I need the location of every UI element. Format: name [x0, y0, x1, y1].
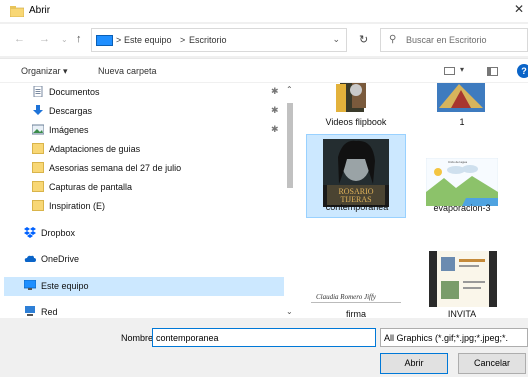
- folder-icon: [32, 181, 44, 192]
- title-bar: Abrir ✕: [0, 0, 528, 22]
- search-placeholder: Buscar en Escritorio: [406, 35, 487, 45]
- up-icon[interactable]: ↑: [76, 33, 82, 45]
- file-type-filter-value: All Graphics (*.gif;*.jpg;*.jpeg;*.: [384, 333, 509, 343]
- sidebar-item-imagenes[interactable]: Imágenes ✱: [4, 121, 284, 140]
- scroll-up-icon[interactable]: ⌃: [286, 85, 293, 94]
- this-pc-icon: [96, 35, 113, 46]
- recent-chevron-icon[interactable]: ⌄: [61, 35, 68, 44]
- organize-button[interactable]: Organizar ▾: [21, 66, 68, 77]
- file-name: 1: [459, 117, 465, 127]
- sidebar-item-label: Inspiration (E): [49, 201, 106, 211]
- folder-icon: [32, 162, 44, 173]
- sidebar-item-label: Imágenes: [49, 125, 89, 135]
- scroll-down-icon[interactable]: ⌄: [286, 307, 293, 316]
- sidebar-item-onedrive[interactable]: OneDrive: [4, 250, 284, 269]
- file-tile[interactable]: Ciclo del agua evaporacion-3: [412, 134, 512, 218]
- breadcrumb-this-pc[interactable]: Este equipo: [124, 35, 172, 45]
- sidebar-item-label: Capturas de pantalla: [49, 182, 133, 192]
- refresh-icon[interactable]: ↻: [359, 33, 368, 46]
- downloads-icon: [33, 105, 43, 115]
- invitation-thumbnail: [429, 251, 497, 307]
- window-title: Abrir: [29, 5, 51, 16]
- pin-icon: ✱: [271, 86, 279, 96]
- forward-icon[interactable]: →: [39, 33, 50, 45]
- navigation-pane: Documentos ✱ Descargas ✱ Imágenes ✱ Adap…: [0, 83, 296, 318]
- back-icon[interactable]: ←: [14, 33, 25, 45]
- this-pc-icon: [24, 280, 36, 290]
- sidebar-item-label: Adaptaciones de guias: [49, 144, 141, 154]
- scrollbar-thumb[interactable]: [287, 103, 293, 188]
- file-name: contemporanea: [325, 202, 389, 212]
- documents-icon: [33, 86, 43, 97]
- breadcrumb-separator: >: [116, 35, 122, 45]
- sidebar-item-dropbox[interactable]: Dropbox: [4, 224, 284, 243]
- thumbnail-image: [326, 83, 384, 115]
- breadcrumb-separator: >: [180, 35, 186, 45]
- filename-input[interactable]: contemporanea: [152, 328, 376, 347]
- pictures-icon: [32, 124, 44, 135]
- chevron-down-icon[interactable]: ▾: [460, 65, 464, 74]
- file-view: Videos flipbook 1 ROSARIO TIJERAS contem…: [296, 83, 528, 318]
- breadcrumb-desktop[interactable]: Escritorio: [189, 35, 227, 45]
- sidebar-item-label: Documentos: [49, 87, 100, 97]
- file-name: firma: [346, 309, 366, 318]
- sidebar-item-label: Dropbox: [41, 228, 76, 238]
- sidebar-item-documentos[interactable]: Documentos ✱: [4, 83, 284, 102]
- filename-label: Nombre:: [121, 333, 156, 343]
- dropbox-icon: [24, 227, 36, 238]
- sidebar-item-capturas[interactable]: Capturas de pantalla: [4, 178, 284, 197]
- folder-icon: [10, 6, 24, 17]
- address-bar[interactable]: > Este equipo > Escritorio ⌄: [91, 28, 347, 52]
- file-tile[interactable]: INVITA: [412, 234, 512, 318]
- file-tile[interactable]: Claudia Romero Jiffy firma: [306, 234, 406, 318]
- open-button[interactable]: Abrir: [380, 353, 448, 374]
- navigation-bar: ← → ⌄ ↑ > Este equipo > Escritorio ⌄ ↻ ⚲…: [0, 24, 528, 56]
- cancel-button[interactable]: Cancelar: [458, 353, 526, 374]
- folder-icon: [32, 200, 44, 211]
- thumbnail-image: [431, 83, 493, 115]
- preview-pane-icon[interactable]: [487, 67, 498, 76]
- file-name: evaporacion-3: [433, 203, 491, 213]
- new-folder-button[interactable]: Nueva carpeta: [98, 66, 157, 76]
- sidebar-item-label: Descargas: [49, 106, 93, 116]
- view-options-icon[interactable]: [444, 67, 455, 75]
- help-icon[interactable]: ?: [517, 64, 528, 78]
- sidebar-item-este-equipo[interactable]: Este equipo: [4, 277, 284, 296]
- pin-icon: ✱: [271, 124, 279, 134]
- sidebar-item-inspiration[interactable]: Inspiration (E): [4, 197, 284, 216]
- search-icon: ⚲: [389, 34, 397, 45]
- sidebar-item-label: OneDrive: [41, 254, 80, 264]
- sidebar-item-label: Asesorias semana del 27 de julio: [49, 163, 182, 173]
- signature-text: Claudia Romero Jiffy: [316, 293, 377, 301]
- address-dropdown-icon[interactable]: ⌄: [332, 34, 340, 45]
- file-tile-selected[interactable]: ROSARIO TIJERAS contemporanea: [306, 134, 406, 218]
- pin-icon: ✱: [271, 105, 279, 115]
- sidebar-item-label: Este equipo: [41, 281, 89, 291]
- onedrive-icon: [24, 255, 36, 262]
- folder-icon: [32, 143, 44, 154]
- diagram-thumbnail: [426, 158, 498, 206]
- network-icon: [25, 306, 35, 316]
- diagram-title: Ciclo del agua: [448, 160, 468, 164]
- file-tile[interactable]: 1: [412, 83, 512, 132]
- command-bar: Organizar ▾ Nueva carpeta ▾ ?: [0, 58, 528, 82]
- search-box[interactable]: ⚲ Buscar en Escritorio: [380, 28, 528, 52]
- sidebar-item-asesorias[interactable]: Asesorias semana del 27 de julio: [4, 159, 284, 178]
- file-type-filter[interactable]: All Graphics (*.gif;*.jpg;*.jpeg;*.: [380, 328, 528, 347]
- sidebar-item-adaptaciones[interactable]: Adaptaciones de guias: [4, 140, 284, 159]
- main-area: Documentos ✱ Descargas ✱ Imágenes ✱ Adap…: [0, 83, 528, 318]
- dialog-footer: Nombre: contemporanea All Graphics (*.gi…: [0, 318, 528, 377]
- close-icon[interactable]: ✕: [514, 2, 528, 20]
- file-name: INVITA: [447, 309, 477, 318]
- sidebar-item-label: Red: [41, 307, 58, 317]
- sidebar-item-descargas[interactable]: Descargas ✱: [4, 102, 284, 121]
- sidebar-scrollbar[interactable]: ⌃ ⌄: [284, 83, 296, 318]
- file-tile[interactable]: Videos flipbook: [306, 83, 406, 132]
- file-name: Videos flipbook: [325, 117, 387, 127]
